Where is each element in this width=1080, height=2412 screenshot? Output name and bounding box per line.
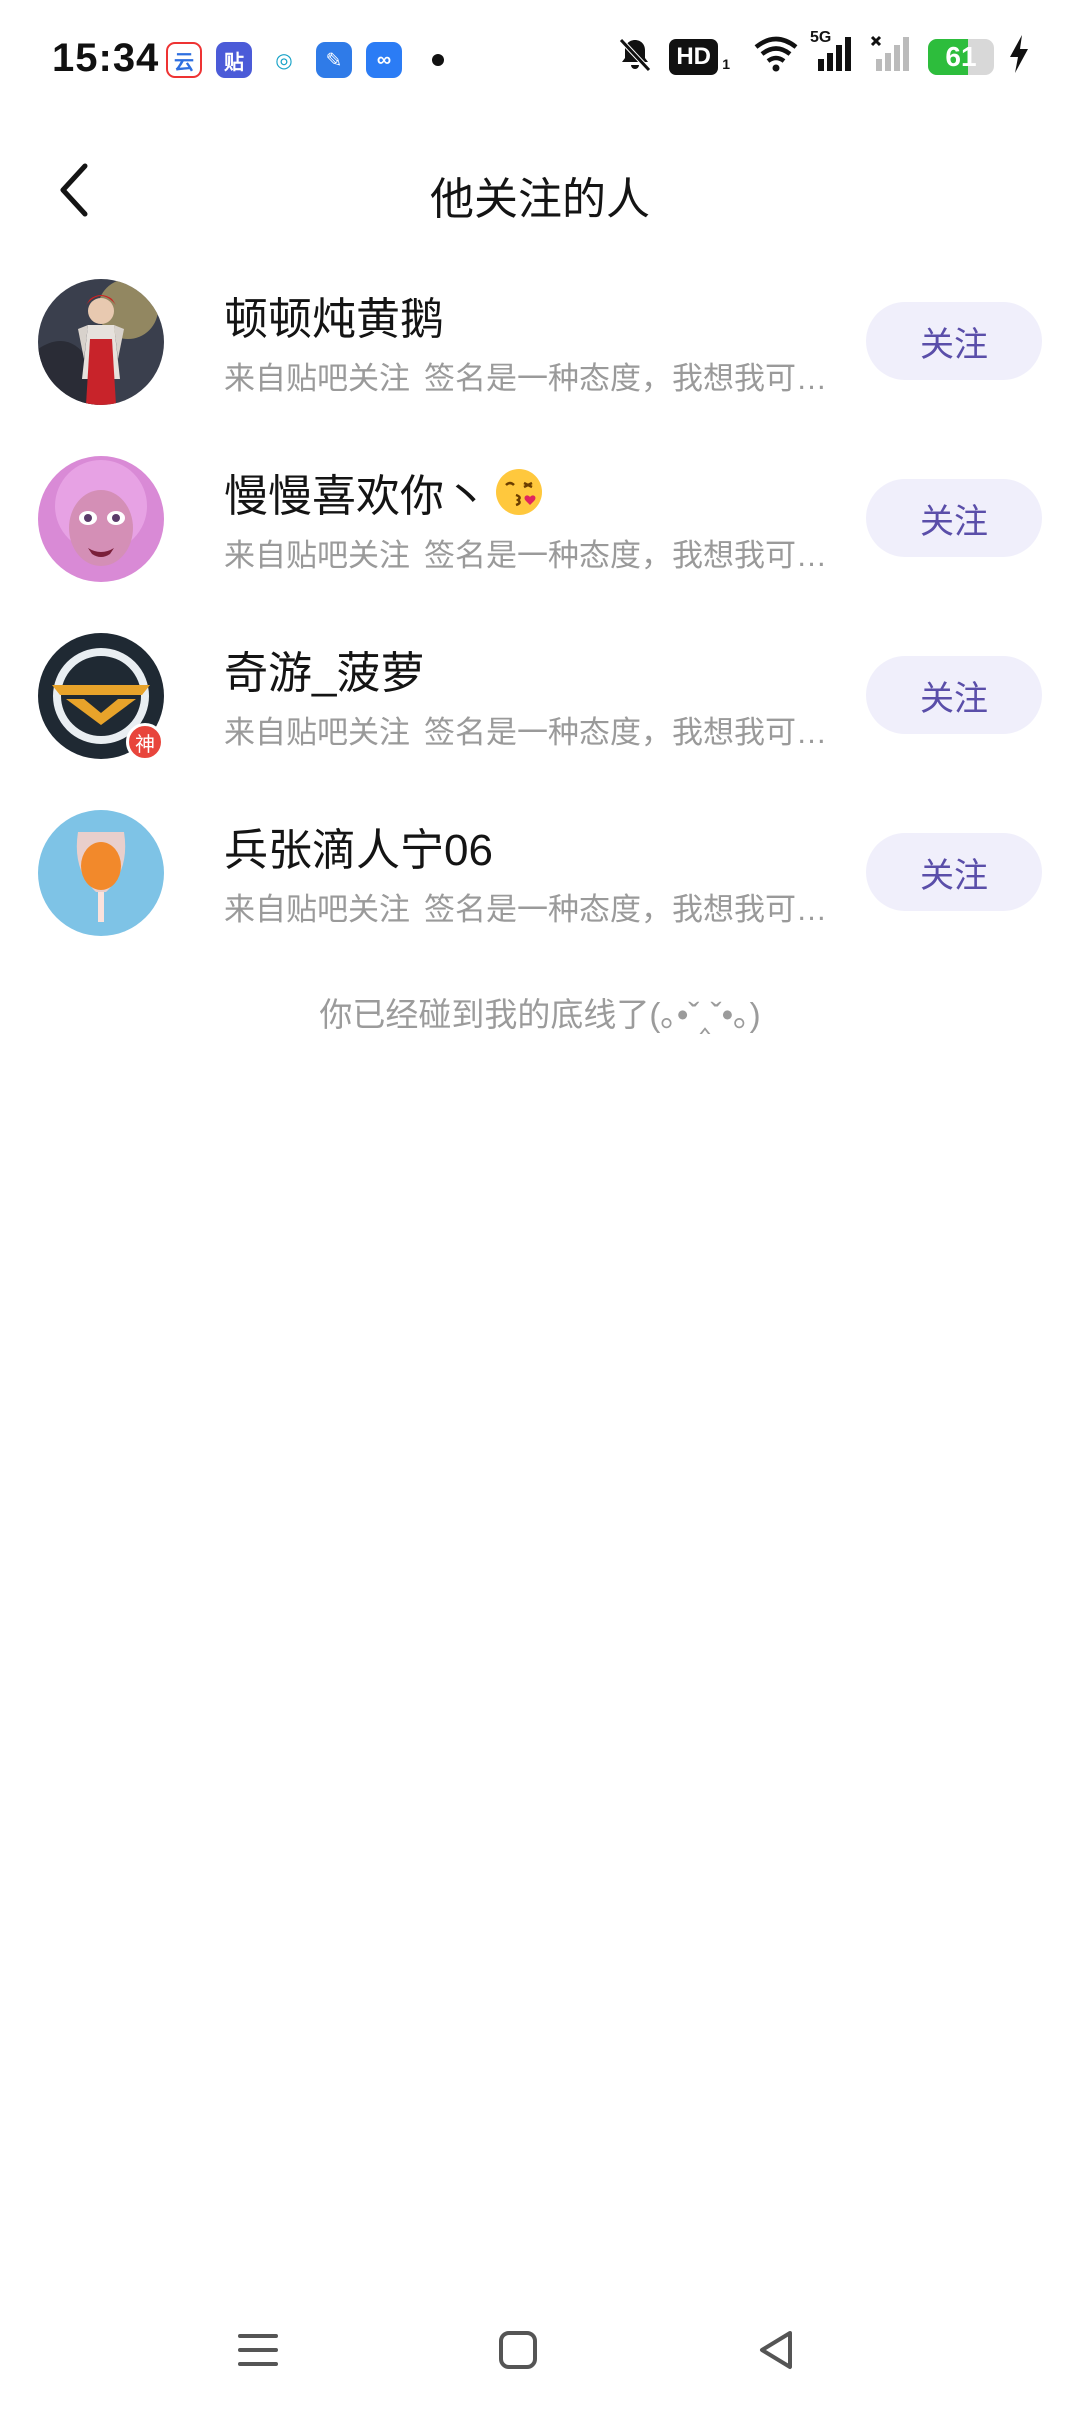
- user-name[interactable]: 奇游_菠萝: [224, 637, 424, 701]
- list-item[interactable]: 兵张滴人宁06 来自贴吧关注 签名是一种态度，我想我可以... 关注: [0, 786, 1080, 963]
- user-description: 来自贴吧关注 签名是一种态度，我想我可以...: [224, 530, 840, 575]
- list-item[interactable]: 慢慢喜欢你丶 来自贴吧关注 签名是一种态度，我想我可以... 关注: [0, 432, 1080, 609]
- cellular-no-signal-icon: [870, 35, 914, 78]
- mute-bell-icon: [615, 34, 655, 79]
- user-description: 来自贴吧关注 签名是一种态度，我想我可以...: [224, 707, 840, 752]
- god-badge: 神: [126, 723, 164, 761]
- infinity-app-icon: ∞: [366, 42, 402, 78]
- follow-source: 来自贴吧关注: [224, 715, 410, 750]
- hd-voice-icon: HD 1: [669, 38, 730, 75]
- user-description: 来自贴吧关注 签名是一种态度，我想我可以...: [224, 884, 840, 929]
- battery-percent: 61: [945, 40, 977, 72]
- user-signature: 签名是一种态度，我想我可以...: [424, 361, 840, 396]
- user-signature: 签名是一种态度，我想我可以...: [424, 715, 840, 750]
- god-badge-text: 神: [135, 733, 155, 756]
- system-icons: HD 1 5G 61: [615, 29, 1030, 79]
- notification-icons: 云 贴 ◎ ✎ ∞: [166, 42, 444, 78]
- feather-app-icon: ✎: [316, 42, 352, 78]
- wifi-icon: [754, 35, 798, 78]
- user-signature: 签名是一种态度，我想我可以...: [424, 538, 840, 573]
- cellular-5g-icon: 5G: [810, 29, 856, 78]
- follow-source: 来自贴吧关注: [224, 361, 410, 396]
- kissing-face-emoji-icon: [496, 469, 542, 515]
- back-triangle-icon: [760, 2331, 792, 2369]
- menu-lines-icon: [238, 2334, 278, 2366]
- avatar[interactable]: [38, 810, 164, 936]
- status-time: 15:34: [52, 36, 160, 80]
- list-item[interactable]: 顿顿炖黄鹅 来自贴吧关注 签名是一种态度，我想我可以... 关注: [0, 255, 1080, 432]
- home-square-icon: [499, 2331, 537, 2369]
- follow-button[interactable]: 关注: [866, 479, 1042, 557]
- system-nav-bar: [0, 2290, 1080, 2412]
- follow-button[interactable]: 关注: [866, 833, 1042, 911]
- user-description: 来自贴吧关注 签名是一种态度，我想我可以...: [224, 353, 840, 398]
- end-of-list-note: 你已经碰到我的底线了(｡•ˇ‸ˇ•｡): [319, 996, 761, 1033]
- list-item[interactable]: 奇游_菠萝 来自贴吧关注 签名是一种态度，我想我可以... 关注: [0, 609, 1080, 786]
- page-title: 他关注的人: [430, 175, 650, 224]
- follow-button[interactable]: 关注: [866, 302, 1042, 380]
- page-header: 他关注的人: [0, 125, 1080, 255]
- follow-source: 来自贴吧关注: [224, 538, 410, 573]
- avatar[interactable]: [38, 456, 164, 582]
- user-name-text: 慢慢喜欢你丶: [224, 472, 488, 521]
- following-list: 顿顿炖黄鹅 来自贴吧关注签名是一种态度，我想我可以... 关注 慢慢喜欢你丶: [0, 255, 1080, 963]
- user-name[interactable]: 顿顿炖黄鹅: [224, 283, 444, 347]
- tieba-app-icon: 贴: [216, 42, 252, 78]
- avatar[interactable]: [38, 279, 164, 405]
- status-bar: 15:34 云 贴 ◎ ✎ ∞ HD 1 5G 61: [0, 0, 1080, 125]
- more-notifications-dot: [432, 54, 444, 66]
- user-signature: 签名是一种态度，我想我可以...: [424, 892, 840, 927]
- china-mobile-icon: ◎: [266, 42, 302, 78]
- recent-apps-button[interactable]: [218, 2310, 298, 2390]
- follow-button[interactable]: 关注: [866, 656, 1042, 734]
- battery-icon: 61: [928, 38, 994, 75]
- user-name[interactable]: 兵张滴人宁06: [224, 814, 493, 878]
- back-nav-button[interactable]: [736, 2310, 816, 2390]
- user-name[interactable]: 慢慢喜欢你丶: [224, 460, 544, 524]
- follow-source: 来自贴吧关注: [224, 892, 410, 927]
- cloud-app-icon: 云: [166, 42, 202, 78]
- charging-bolt-icon: [1008, 35, 1030, 78]
- home-button[interactable]: [478, 2310, 558, 2390]
